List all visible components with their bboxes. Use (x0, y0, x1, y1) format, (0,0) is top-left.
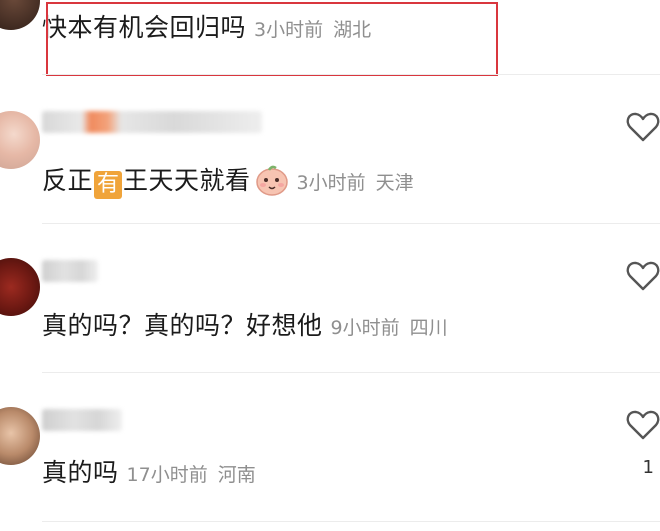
divider (42, 521, 660, 522)
avatar[interactable] (0, 0, 40, 30)
heart-outline-icon[interactable] (626, 409, 660, 441)
comment-location: 河南 (217, 464, 256, 486)
peach-emoji-icon (255, 164, 289, 196)
comment-location: 天津 (375, 172, 414, 194)
comment-text-line: 反正有王天天就看 3小时前 天津 (42, 157, 414, 199)
comment-item: 真的吗？真的吗？好想他 9小时前 四川 (0, 224, 660, 372)
username[interactable] (42, 111, 262, 133)
comment-meta: 3小时前 天津 (297, 168, 414, 195)
comment-item: 真的吗 17小时前 河南 1 (0, 373, 660, 521)
comment-location: 四川 (409, 317, 448, 339)
avatar[interactable] (0, 407, 40, 465)
heart-outline-icon[interactable] (626, 260, 660, 292)
comment-item: 快本有机会回归吗 3小时前 湖北 (0, 0, 660, 76)
comment-time: 3小时前 (296, 172, 366, 194)
comment-content: 真的吗？真的吗？好想他 (42, 311, 323, 340)
comment-meta: 9小时前 四川 (331, 313, 448, 340)
username[interactable] (42, 260, 98, 282)
highlight-box (46, 2, 498, 76)
avatar[interactable] (0, 111, 40, 169)
comment-item: 反正有王天天就看 3小时前 天津 (0, 75, 660, 223)
comment-time: 9小时前 (330, 317, 400, 339)
username[interactable] (42, 409, 122, 431)
comment-content-after: 王天天就看 (123, 166, 251, 195)
comment-time: 17小时前 (126, 464, 208, 486)
comment-content-before: 反正 (42, 166, 94, 195)
like-count: 1 (642, 457, 654, 478)
avatar[interactable] (0, 258, 40, 316)
comment-content: 真的吗 (42, 458, 119, 487)
you-badge: 有 (94, 171, 123, 199)
comment-meta: 17小时前 河南 (127, 460, 256, 487)
comment-text-line: 真的吗？真的吗？好想他 9小时前 四川 (42, 306, 448, 342)
comment-text-line: 真的吗 17小时前 河南 (42, 453, 256, 489)
heart-outline-icon[interactable] (626, 111, 660, 143)
